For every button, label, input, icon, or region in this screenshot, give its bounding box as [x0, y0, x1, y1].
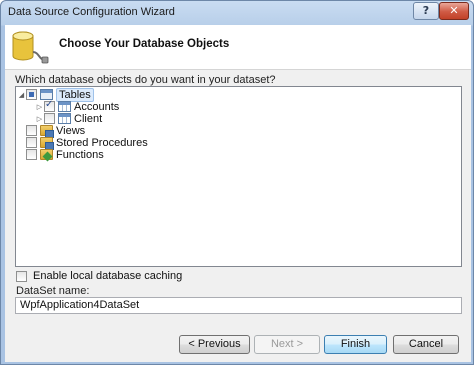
database-plug-icon: [12, 31, 49, 64]
help-button[interactable]: ?: [413, 2, 439, 20]
wizard-window: Data Source Configuration Wizard ? ✕ Cho…: [0, 0, 474, 365]
enable-caching-label: Enable local database caching: [33, 270, 183, 282]
tables-checkbox[interactable]: [26, 89, 37, 100]
title-bar[interactable]: Data Source Configuration Wizard ? ✕: [1, 1, 473, 25]
collapse-arrow-icon[interactable]: ◢: [17, 88, 26, 101]
table-icon: [58, 101, 71, 112]
tree-node-label: Client: [74, 112, 103, 125]
views-checkbox[interactable]: [26, 125, 37, 136]
views-folder-icon: [40, 125, 54, 138]
wizard-header: Choose Your Database Objects: [5, 25, 471, 70]
dataset-name-label: DataSet name:: [16, 285, 90, 297]
finish-button[interactable]: Finish: [324, 335, 387, 354]
stored-procedures-checkbox[interactable]: [26, 137, 37, 148]
tree-node-label: Accounts: [74, 100, 120, 113]
objects-prompt: Which database objects do you want in yo…: [15, 74, 276, 86]
tree-node-label: Functions: [56, 148, 104, 161]
tree-node-label: Views: [56, 124, 86, 137]
functions-checkbox[interactable]: [26, 149, 37, 160]
enable-caching-checkbox[interactable]: [16, 270, 27, 282]
dataset-name-input[interactable]: WpfApplication4DataSet: [15, 297, 462, 314]
tree-node-functions[interactable]: Functions: [26, 148, 104, 161]
next-button[interactable]: Next >: [254, 335, 320, 354]
accounts-checkbox[interactable]: [44, 99, 55, 112]
enable-caching-option[interactable]: Enable local database caching: [16, 270, 182, 282]
window-title: Data Source Configuration Wizard: [8, 6, 175, 18]
functions-folder-icon: [40, 149, 53, 160]
previous-button[interactable]: < Previous: [179, 335, 250, 354]
stored-procedures-folder-icon: [40, 137, 54, 150]
tree-node-label: Stored Procedures: [56, 136, 148, 149]
table-icon: [58, 113, 71, 124]
database-objects-tree[interactable]: ◢ Tables ▷ Accounts ▷ Client Views: [15, 86, 462, 267]
page-title: Choose Your Database Objects: [59, 38, 230, 50]
wizard-body: Choose Your Database Objects Which datab…: [5, 25, 471, 362]
client-checkbox[interactable]: [44, 113, 55, 124]
cancel-button[interactable]: Cancel: [393, 335, 459, 354]
close-button[interactable]: ✕: [439, 2, 469, 20]
